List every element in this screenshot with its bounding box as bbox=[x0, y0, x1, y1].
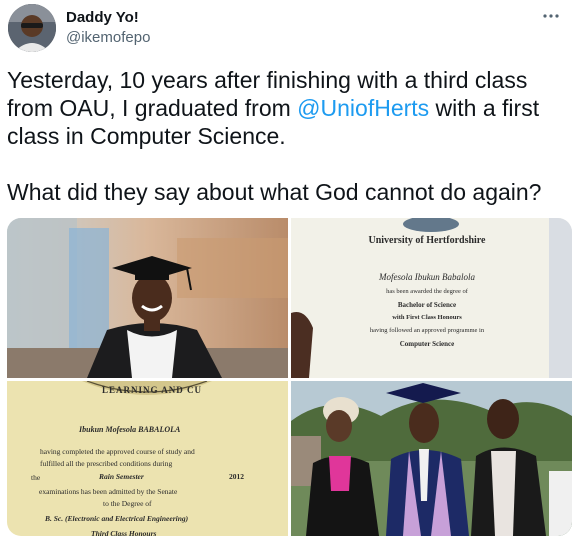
photo-certificate-herts[interactable]: University of Hertfordshire Mofesola Ibu… bbox=[291, 218, 572, 378]
oau-degree: B. Sc. (Electronic and Electrical Engine… bbox=[45, 514, 189, 523]
oau-line2: fulfilled all the prescribed conditions … bbox=[40, 459, 173, 468]
oau-the: the bbox=[31, 473, 41, 482]
graduate-photo-image bbox=[7, 218, 288, 378]
user-handle[interactable]: @ikemofepo bbox=[66, 28, 150, 48]
cert-followed: having followed an approved programme in bbox=[369, 327, 485, 334]
photo-certificate-oau[interactable]: LEARNING AND CU Ibukun Mofesola BABALOLA… bbox=[7, 381, 288, 536]
family-photo-image bbox=[291, 381, 572, 536]
oau-name: Ibukun Mofesola BABALOLA bbox=[79, 425, 181, 434]
media-grid: University of Hertfordshire Mofesola Ibu… bbox=[7, 218, 572, 536]
tweet-header: Daddy Yo! @ikemofepo bbox=[8, 4, 565, 52]
tweet-text: Yesterday, 10 years after finishing with… bbox=[7, 66, 567, 206]
photo-family[interactable] bbox=[291, 381, 572, 536]
display-name[interactable]: Daddy Yo! bbox=[66, 9, 150, 27]
cert-name: Mofesola Ibukun Babalola bbox=[379, 272, 475, 282]
cert-honours: with First Class Honours bbox=[392, 314, 462, 321]
author-names: Daddy Yo! @ikemofepo bbox=[66, 9, 150, 48]
cert-degree: Bachelor of Science bbox=[397, 301, 457, 309]
oau-semester: Rain Semester bbox=[99, 472, 144, 481]
tweet-paragraph-2: What did they say about what God cannot … bbox=[7, 179, 542, 205]
tweet-paragraph-1: Yesterday, 10 years after finishing with… bbox=[7, 66, 567, 150]
oau-seal-text: LEARNING AND CU bbox=[102, 385, 203, 395]
cert-programme: Computer Science bbox=[399, 340, 455, 348]
cert-university: University of Hertfordshire bbox=[368, 235, 486, 246]
oau-line1: having completed the approved course of … bbox=[40, 447, 195, 456]
oau-line4: to the Degree of bbox=[103, 499, 152, 508]
mention-link[interactable]: @UniofHerts bbox=[297, 95, 429, 121]
more-horizontal-icon bbox=[543, 14, 559, 18]
user-avatar-icon bbox=[8, 4, 56, 52]
photo-graduate[interactable] bbox=[7, 218, 288, 378]
avatar[interactable] bbox=[8, 4, 56, 52]
cert-awarded: has been awarded the degree of bbox=[386, 288, 468, 295]
oau-line3: examinations has been admitted by the Se… bbox=[39, 487, 178, 496]
more-options-button[interactable] bbox=[539, 6, 563, 26]
oau-class: Third Class Honours bbox=[91, 529, 157, 536]
oau-year: 2012 bbox=[229, 472, 244, 481]
